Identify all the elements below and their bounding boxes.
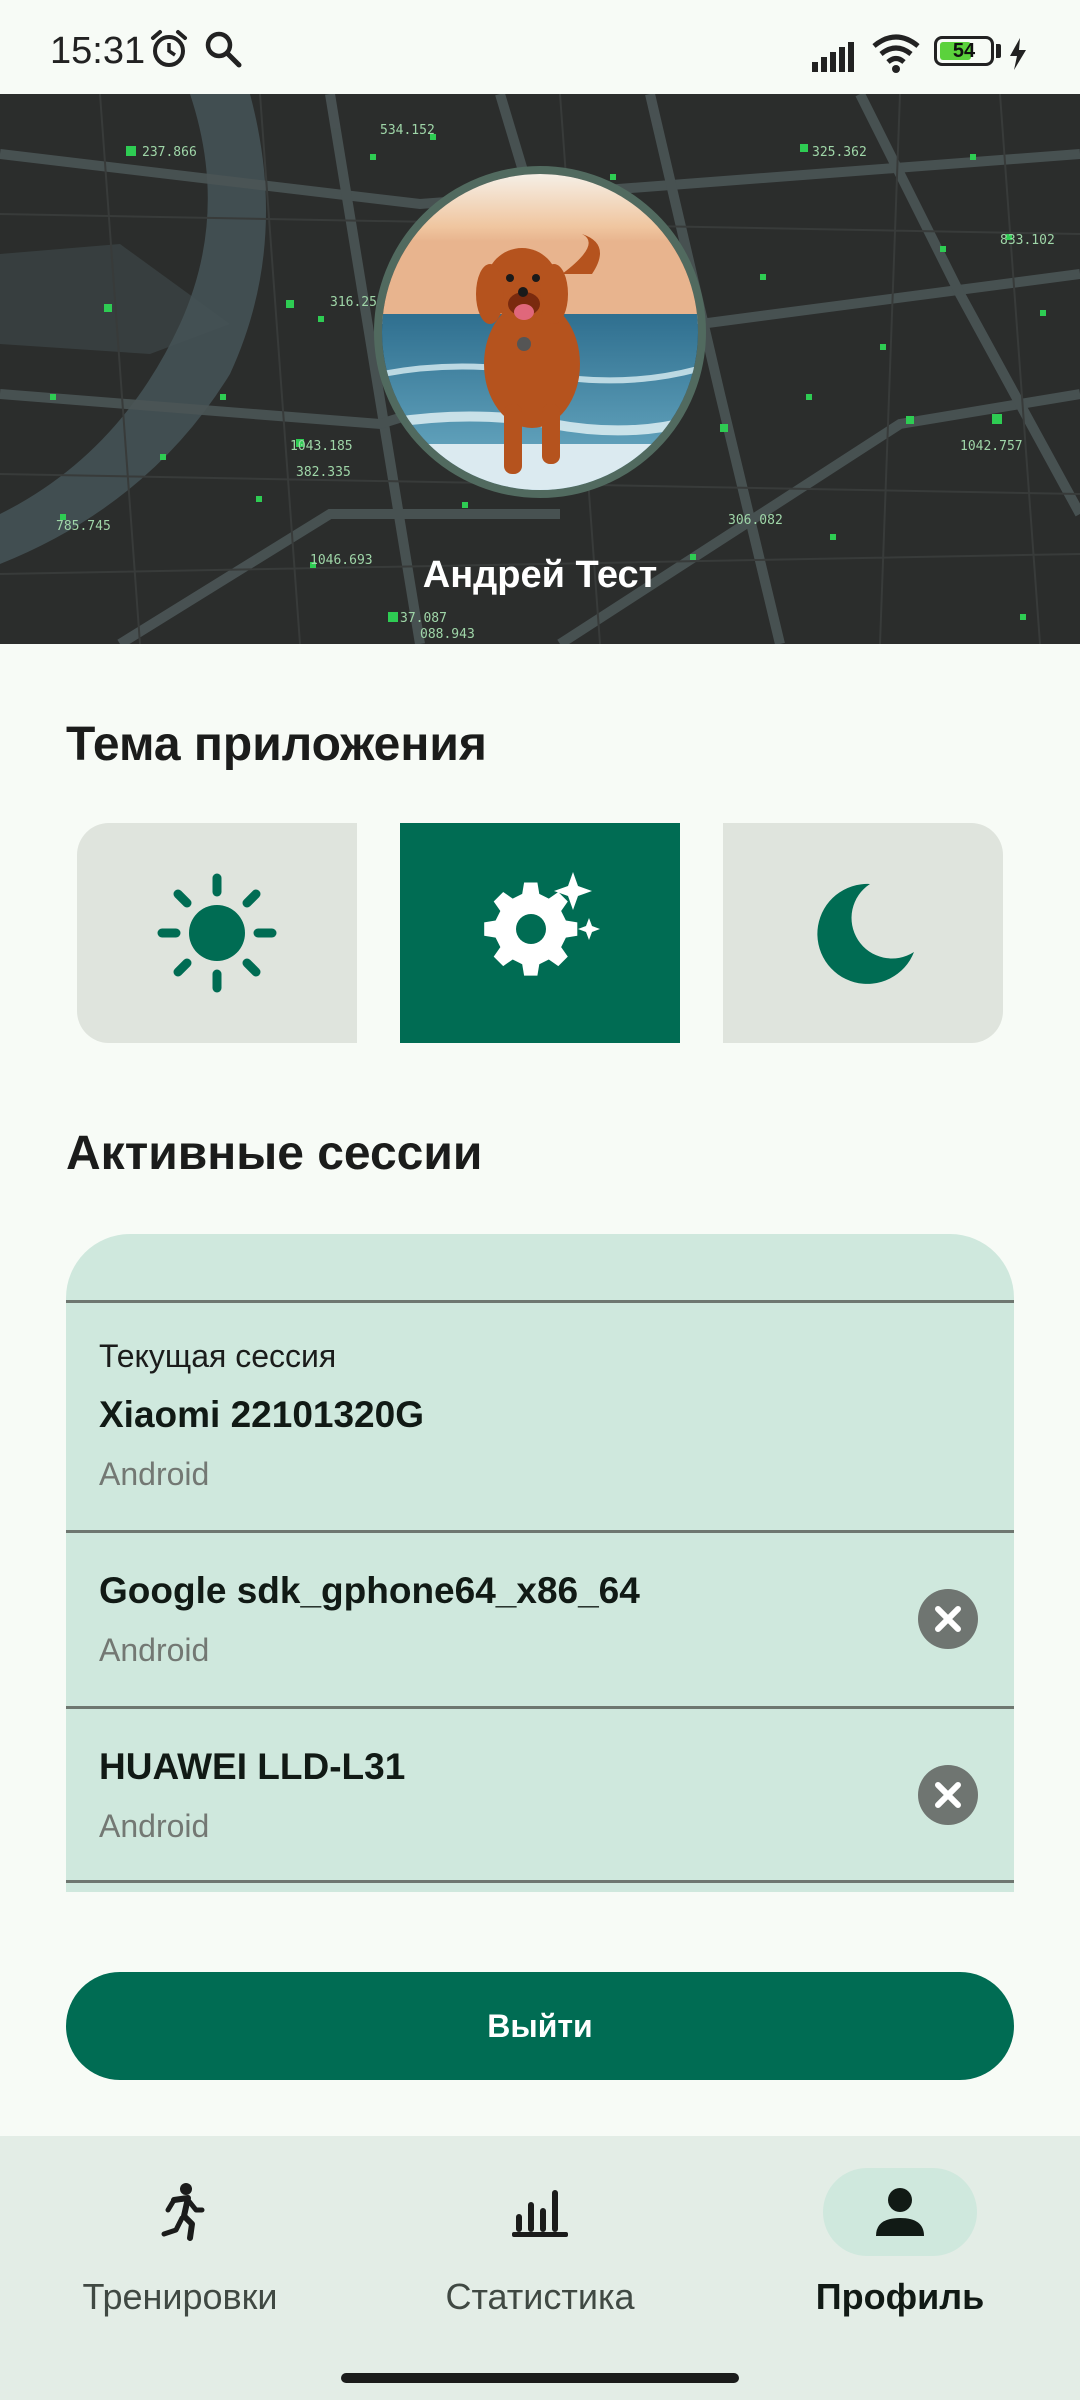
user-name: Андрей Тест [422,554,658,596]
charging-icon [1010,38,1026,70]
session-os: Android [99,1456,210,1492]
theme-dark-button[interactable] [723,823,1003,1043]
status-bar: 15:31 54 [0,0,1080,94]
map-label: 382.335 [296,465,351,480]
map-label: 1042.757 [960,439,1023,454]
person-icon [876,2188,924,2236]
map-label: 534.152 [380,123,435,138]
theme-system-button[interactable] [400,823,680,1043]
nav-icon-container [463,2168,617,2256]
map-label: 1043.185 [290,439,353,454]
nav-item-statistics[interactable]: Статистика [360,2168,720,2318]
avatar-photo [382,174,698,490]
map-label: 37.087 [400,611,447,626]
signal-icon [812,42,854,72]
sessions-list[interactable]: Текущая сессия Xiaomi 22101320G Android … [66,1234,1014,1892]
current-session-label: Текущая сессия [99,1338,337,1374]
avatar[interactable] [374,166,706,498]
nav-label: Тренировки [82,2276,278,2317]
map-label: 306.082 [728,513,783,528]
divider [66,1300,1014,1303]
session-device-name: Xiaomi 22101320G [99,1394,424,1435]
nav-icon-container [103,2168,257,2256]
nav-item-profile[interactable]: Профиль [720,2168,1080,2318]
session-device-name: Google sdk_gphone64_x86_64 [99,1570,640,1611]
sessions-section-title: Активные сессии [66,1127,483,1180]
nav-item-trainings[interactable]: Тренировки [0,2168,360,2318]
divider [66,1706,1014,1709]
wifi-icon [872,34,920,73]
theme-section-title: Тема приложения [66,718,487,771]
session-device-name: HUAWEI LLD-L31 [99,1746,406,1787]
close-icon [935,1782,961,1808]
profile-header: 237.866 534.152 325.362 833.102 316.253 … [0,94,1080,644]
divider [66,1530,1014,1533]
nav-label: Статистика [445,2276,635,2317]
search-icon [205,31,242,68]
theme-light-button[interactable] [77,823,357,1043]
terminate-session-button[interactable] [918,1765,978,1825]
moon-icon [817,883,914,984]
alarm-icon [151,30,187,67]
map-label: 785.745 [56,519,111,534]
session-os: Android [99,1808,210,1844]
nav-icon-container [823,2168,977,2256]
close-icon [935,1606,961,1632]
map-label: 237.866 [142,145,197,160]
divider [66,1880,1014,1883]
status-time: 15:31 [50,30,146,72]
session-os: Android [99,1632,210,1668]
map-label: 833.102 [1000,233,1055,248]
logout-button[interactable]: Выйти [66,1972,1014,2080]
auto-theme-gear-icon [484,872,600,976]
home-indicator[interactable] [341,2373,739,2383]
battery-level: 54 [952,40,976,62]
running-icon [161,2183,205,2241]
map-label: 088.943 [420,627,475,642]
terminate-session-button[interactable] [918,1589,978,1649]
map-label: 325.362 [812,145,867,160]
nav-label: Профиль [815,2276,985,2317]
bar-chart-icon [512,2190,568,2237]
bottom-navigation: Тренировки Статистика Профиль [0,2136,1080,2400]
battery-icon: 54 [934,36,994,66]
sun-icon [157,873,277,993]
